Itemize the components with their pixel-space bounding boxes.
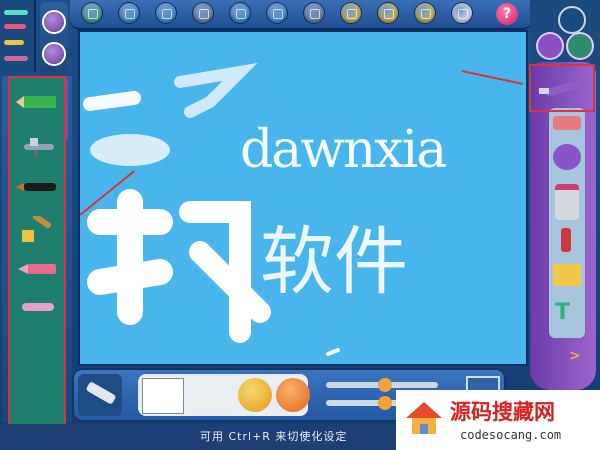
canvas-chinese-text: 软件 xyxy=(260,219,408,305)
pencil-tool[interactable] xyxy=(14,92,60,122)
size-slider-thumb[interactable] xyxy=(378,378,392,392)
check-button[interactable] xyxy=(341,3,361,23)
paint-tube-icon[interactable] xyxy=(78,374,122,416)
text-tool-icon[interactable]: T xyxy=(555,300,579,325)
paintbrush-icon xyxy=(22,213,52,242)
magnifier-icon[interactable] xyxy=(558,6,586,34)
stamp-star-button[interactable] xyxy=(538,34,562,58)
book-button[interactable] xyxy=(304,3,324,23)
close-icon xyxy=(384,9,394,19)
frame-icon xyxy=(421,9,431,19)
pen-tool-icon[interactable] xyxy=(531,66,593,110)
right-scroll-arrow-icon[interactable]: > xyxy=(569,348,581,364)
eraser-icon[interactable] xyxy=(553,116,581,130)
airbrush-tool[interactable] xyxy=(14,136,60,166)
print-button[interactable] xyxy=(267,3,287,23)
drawing-canvas[interactable]: dawnxia 软件 xyxy=(78,30,528,366)
book-icon xyxy=(310,9,320,19)
toolbar-buttons xyxy=(82,0,522,28)
marker-tool[interactable] xyxy=(14,178,60,208)
right-tool-strip: T xyxy=(549,108,585,338)
eyedropper-icon[interactable] xyxy=(561,228,571,252)
rotate-icon xyxy=(199,9,209,19)
opacity-slider-thumb[interactable] xyxy=(378,396,392,410)
pen-tray xyxy=(0,0,36,72)
copy-icon xyxy=(236,9,246,19)
bulb-button[interactable] xyxy=(452,3,472,23)
paint-bucket-icon[interactable] xyxy=(555,184,579,220)
chalk-icon[interactable] xyxy=(4,56,28,61)
marker-icon[interactable] xyxy=(4,24,26,29)
brush-tool-list xyxy=(8,76,66,428)
crayon-icon xyxy=(18,264,56,274)
canvas-drawing xyxy=(83,63,340,356)
watermark-subtitle: codesocang.com xyxy=(460,428,562,442)
new-button[interactable] xyxy=(82,3,102,23)
chalk-icon xyxy=(22,303,54,311)
watermark-logo: 源码搜藏网 codesocang.com xyxy=(396,390,600,450)
undo-button[interactable] xyxy=(238,378,272,412)
open-icon xyxy=(125,9,135,19)
line-style-button[interactable] xyxy=(276,378,310,412)
pencil-icon xyxy=(16,96,56,108)
current-color-swatch[interactable] xyxy=(142,378,184,414)
rotate-button[interactable] xyxy=(193,3,213,23)
crayon-tool[interactable] xyxy=(14,258,60,288)
check-icon xyxy=(347,9,357,19)
paintbrush-tool[interactable] xyxy=(14,213,60,246)
pen-icon[interactable] xyxy=(4,10,28,15)
help-button[interactable]: ? xyxy=(496,3,518,25)
crayon-icon[interactable] xyxy=(4,40,24,45)
bulb-icon xyxy=(458,9,468,19)
marker-pen-icon xyxy=(16,183,56,191)
stamp-sheet-icon[interactable] xyxy=(553,264,581,286)
frame-button[interactable] xyxy=(415,3,435,23)
cd-mode-button[interactable] xyxy=(44,44,64,64)
airbrush-icon xyxy=(24,138,54,158)
right-corner xyxy=(530,0,600,70)
mode-stack xyxy=(40,2,68,74)
fill-ball-icon[interactable] xyxy=(553,144,581,170)
close-button[interactable] xyxy=(378,3,398,23)
open-button[interactable] xyxy=(119,3,139,23)
size-slider[interactable] xyxy=(326,378,438,392)
new-icon xyxy=(88,9,98,19)
chalk-tool[interactable] xyxy=(14,298,60,328)
brush-preview-area xyxy=(138,374,310,416)
house-logo-icon xyxy=(406,402,442,434)
canvas-latin-text: dawnxia xyxy=(240,120,447,180)
image-mode-button[interactable] xyxy=(44,12,64,32)
brush-button[interactable] xyxy=(156,3,176,23)
watermark-title: 源码搜藏网 xyxy=(450,400,555,424)
status-hint: 可用 Ctrl+R 来切使化设定 xyxy=(200,430,348,443)
selected-tool-highlight xyxy=(529,64,595,112)
brush-icon xyxy=(162,9,172,19)
paint-application: > dawnxia 软件 T > xyxy=(0,0,600,450)
print-icon xyxy=(273,9,283,19)
copy-button[interactable] xyxy=(230,3,250,23)
stamp-shape-button[interactable] xyxy=(568,34,592,58)
